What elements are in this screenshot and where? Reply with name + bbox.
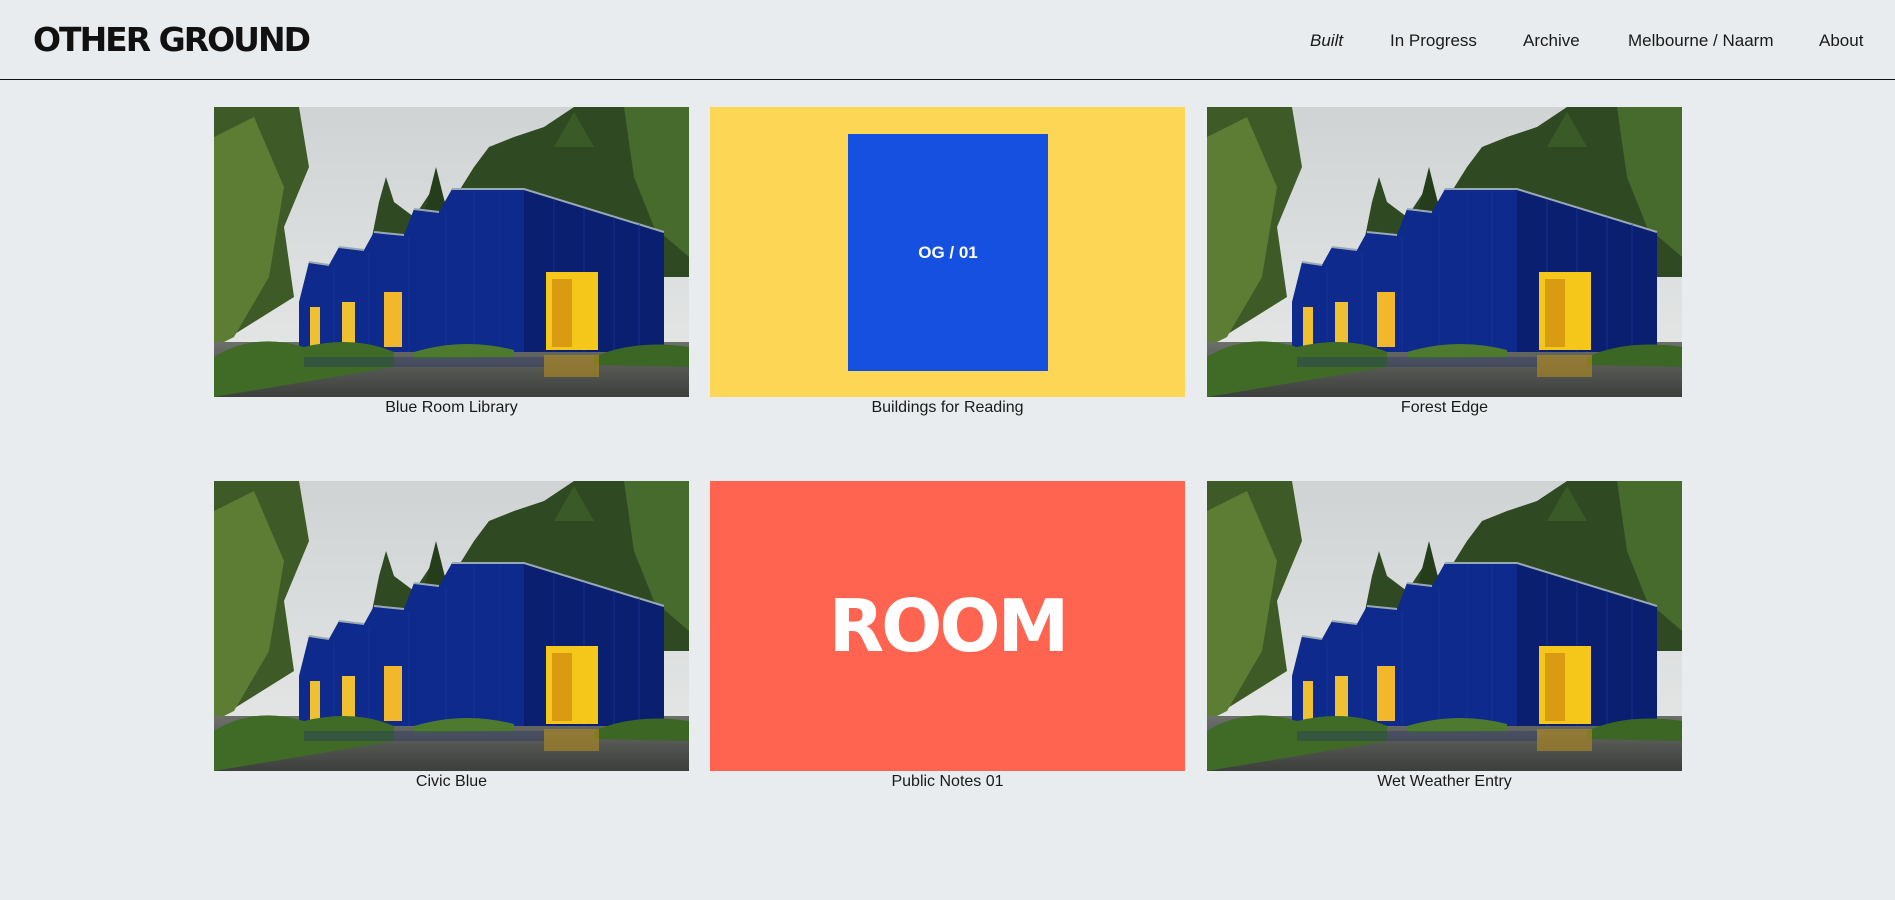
project-card-wet-weather-entry[interactable]: Wet Weather Entry — [1207, 481, 1682, 792]
site-logo[interactable]: OTHER GROUND — [33, 18, 311, 62]
nav-melbourne-naarm[interactable]: Melbourne / Naarm — [1628, 31, 1774, 51]
nav-built[interactable]: Built — [1310, 31, 1343, 51]
nav-about[interactable]: About — [1819, 31, 1863, 51]
blue-building-photo — [1207, 481, 1682, 771]
project-card-buildings-for-reading[interactable]: OG / 01 Buildings for Reading — [710, 107, 1185, 418]
project-title[interactable]: Public Notes 01 — [710, 772, 1185, 792]
nav-archive[interactable]: Archive — [1523, 31, 1580, 51]
project-thumbnail-photo[interactable] — [1207, 107, 1682, 397]
project-thumbnail-photo[interactable] — [1207, 481, 1682, 771]
site-header: OTHER GROUND Built In Progress Archive M… — [0, 0, 1895, 80]
og-01-graphic: OG / 01 — [848, 134, 1048, 371]
project-thumbnail-graphic[interactable]: OG / 01 — [710, 107, 1185, 397]
project-title[interactable]: Blue Room Library — [214, 398, 689, 418]
project-thumbnail-graphic[interactable]: ROOM — [710, 481, 1185, 771]
project-card-forest-edge[interactable]: Forest Edge — [1207, 107, 1682, 418]
project-card-blue-room-library[interactable]: Blue Room Library — [214, 107, 689, 418]
project-title[interactable]: Buildings for Reading — [710, 398, 1185, 418]
blue-building-photo — [214, 107, 689, 397]
nav-in-progress[interactable]: In Progress — [1390, 31, 1477, 51]
graphic-label: OG / 01 — [918, 242, 978, 262]
project-thumbnail-photo[interactable] — [214, 107, 689, 397]
blue-building-photo — [214, 481, 689, 771]
project-thumbnail-photo[interactable] — [214, 481, 689, 771]
project-title[interactable]: Civic Blue — [214, 772, 689, 792]
project-card-public-notes-01[interactable]: ROOM Public Notes 01 — [710, 481, 1185, 792]
blue-building-photo — [1207, 107, 1682, 397]
project-title[interactable]: Wet Weather Entry — [1207, 772, 1682, 792]
room-wordmark: ROOM — [828, 584, 1070, 668]
project-title[interactable]: Forest Edge — [1207, 398, 1682, 418]
project-card-civic-blue[interactable]: Civic Blue — [214, 481, 689, 792]
